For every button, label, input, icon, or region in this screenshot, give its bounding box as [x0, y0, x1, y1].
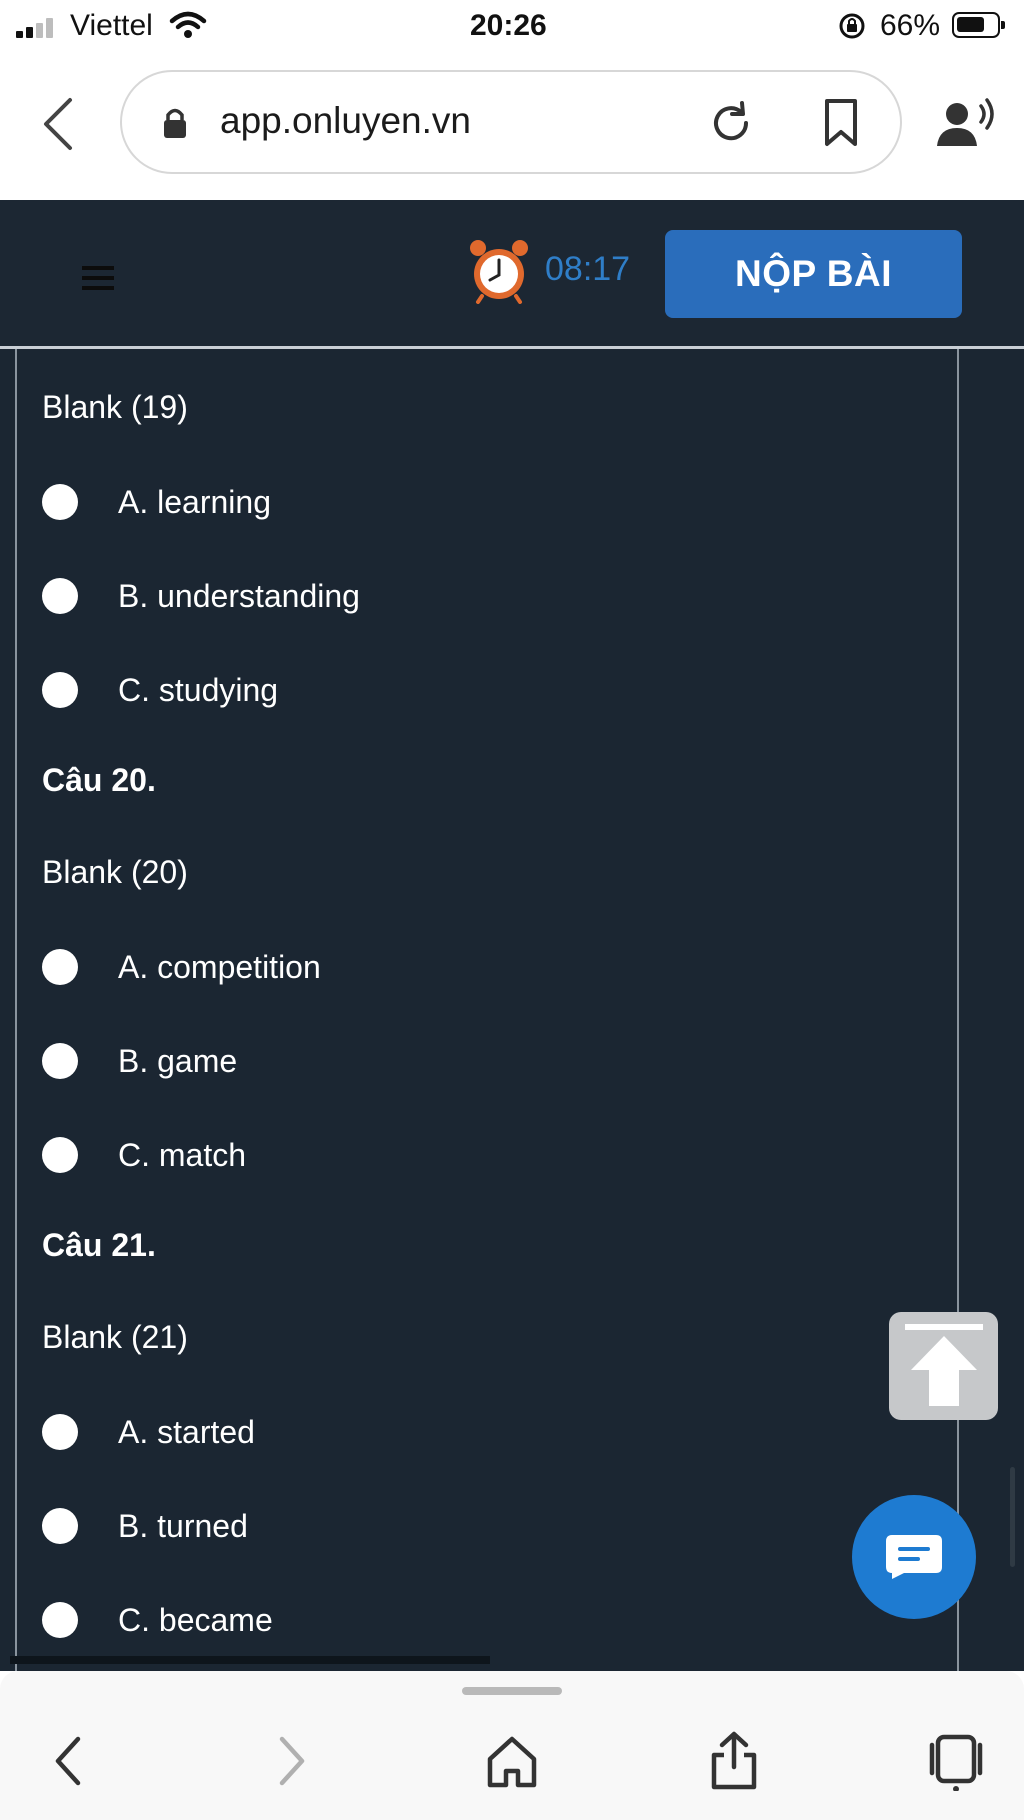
tabs-icon[interactable] — [926, 1731, 986, 1791]
drag-handle[interactable] — [462, 1687, 562, 1695]
bookmark-icon[interactable] — [822, 98, 860, 148]
alarm-clock-icon — [470, 240, 528, 304]
url-text: app.onluyen.vn — [220, 100, 471, 141]
battery-percent: 66% — [880, 9, 941, 42]
battery-icon — [952, 12, 1005, 38]
home-icon[interactable] — [482, 1731, 542, 1791]
nav-back-icon[interactable] — [40, 1731, 100, 1791]
question-title: Câu 20. — [42, 762, 156, 798]
back-chevron-icon[interactable] — [40, 96, 76, 152]
answer-option[interactable]: B. turned — [42, 1504, 642, 1548]
answer-option[interactable]: C. studying — [42, 668, 642, 712]
rotation-lock-icon — [839, 13, 865, 39]
wifi-icon — [169, 11, 207, 38]
browser-address-area: app.onluyen.vn — [0, 52, 1024, 200]
answer-option[interactable]: C. became — [42, 1598, 642, 1642]
radio-button[interactable] — [42, 1414, 78, 1450]
right-border — [957, 349, 959, 1671]
arrow-up-icon — [905, 1324, 983, 1406]
blank-label: Blank (19) — [42, 389, 188, 425]
option-label: C. match — [118, 1137, 247, 1173]
quiz-content[interactable]: Blank (19) A. learning B. understanding … — [0, 349, 1024, 1671]
reload-icon[interactable] — [708, 100, 754, 146]
lock-icon — [164, 108, 186, 138]
radio-button[interactable] — [42, 1602, 78, 1638]
left-border — [15, 349, 17, 1671]
blank-label: Blank (21) — [42, 1319, 188, 1355]
hamburger-icon[interactable] — [82, 264, 114, 292]
carrier-name: Viettel — [70, 9, 153, 42]
option-label: C. studying — [118, 672, 279, 708]
radio-button[interactable] — [42, 1043, 78, 1079]
browser-toolbar — [0, 1671, 1024, 1820]
radio-button[interactable] — [42, 1137, 78, 1173]
option-label: A. competition — [118, 949, 321, 985]
option-label: C. became — [118, 1602, 273, 1638]
radio-button[interactable] — [42, 578, 78, 614]
clock-time: 20:26 — [470, 9, 547, 42]
reader-profile-icon[interactable] — [935, 96, 997, 152]
radio-button[interactable] — [42, 672, 78, 708]
nav-forward-icon[interactable] — [260, 1731, 320, 1791]
radio-button[interactable] — [42, 949, 78, 985]
chat-icon — [886, 1535, 942, 1579]
vertical-scrollbar[interactable] — [1010, 1467, 1015, 1567]
signal-icon — [16, 18, 60, 38]
horizontal-scrollbar[interactable] — [10, 1656, 490, 1664]
answer-option[interactable]: A. started — [42, 1410, 642, 1454]
option-label: A. started — [118, 1414, 255, 1450]
app-header: 08:17 NỘP BÀI — [0, 200, 1024, 348]
question-title: Câu 21. — [42, 1227, 156, 1263]
answer-option[interactable]: B. understanding — [42, 574, 642, 618]
answer-option[interactable]: A. competition — [42, 945, 642, 989]
option-label: B. turned — [118, 1508, 248, 1544]
answer-option[interactable]: A. learning — [42, 480, 642, 524]
scroll-to-top-button[interactable] — [889, 1312, 998, 1420]
option-label: B. understanding — [118, 578, 360, 614]
radio-button[interactable] — [42, 484, 78, 520]
option-label: A. learning — [118, 484, 271, 520]
submit-button[interactable]: NỘP BÀI — [665, 230, 962, 318]
address-bar[interactable]: app.onluyen.vn — [120, 70, 902, 174]
answer-option[interactable]: C. match — [42, 1133, 642, 1177]
status-bar: Viettel 20:26 66% — [0, 0, 1024, 52]
countdown-timer: 08:17 — [545, 250, 631, 288]
option-label: B. game — [118, 1043, 238, 1079]
answer-option[interactable]: B. game — [42, 1039, 642, 1083]
share-icon[interactable] — [704, 1731, 764, 1791]
chat-button[interactable] — [852, 1495, 976, 1619]
radio-button[interactable] — [42, 1508, 78, 1544]
blank-label: Blank (20) — [42, 854, 188, 890]
